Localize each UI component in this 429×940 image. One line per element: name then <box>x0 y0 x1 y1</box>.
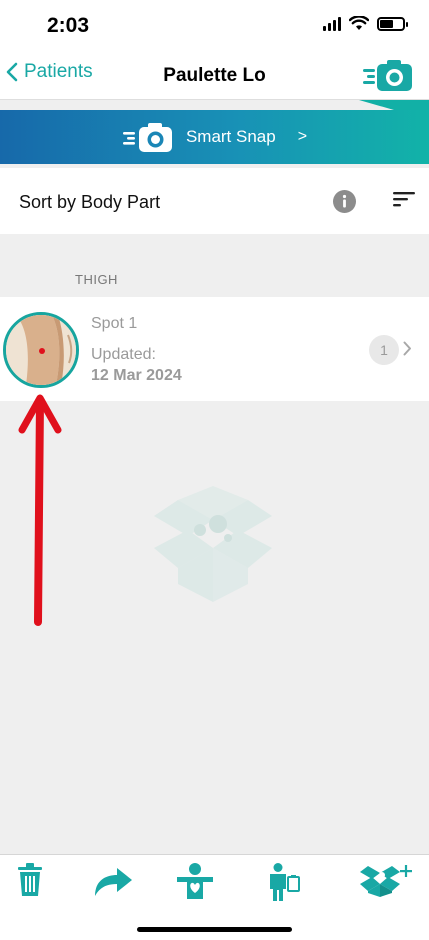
chevron-right-icon <box>403 341 411 356</box>
camera-snap-icon <box>122 123 172 152</box>
signal-icon <box>323 16 341 31</box>
image-count-badge: 1 <box>369 335 399 365</box>
navigation-bar: Patients Paulette Lo <box>0 50 429 100</box>
smart-snap-arrow: > <box>297 128 308 145</box>
trash-icon[interactable] <box>17 863 43 897</box>
status-icons <box>323 16 408 31</box>
home-indicator <box>137 927 292 932</box>
list-item[interactable]: Spot 1 Updated: 12 Mar 2024 1 <box>0 297 429 401</box>
updated-date: 12 Mar 2024 <box>91 367 182 384</box>
leg-image <box>6 315 76 385</box>
back-button[interactable]: Patients <box>6 61 93 83</box>
section-header: THIGH <box>75 272 118 287</box>
smart-snap-label: Smart Snap <box>185 127 276 146</box>
smart-snap-banner[interactable]: Smart Snap > <box>0 110 429 164</box>
sort-bar: Sort by Body Part <box>0 168 429 234</box>
updated-label: Updated: <box>91 346 156 363</box>
patient-heart-icon[interactable] <box>177 863 213 899</box>
status-bar: 2:03 <box>0 0 429 50</box>
body-map-icon[interactable] <box>268 863 300 901</box>
back-label: Patients <box>24 61 93 82</box>
smart-snap-camera-button[interactable] <box>361 55 415 95</box>
share-arrow-icon[interactable] <box>93 867 133 897</box>
status-time: 2:03 <box>47 14 90 37</box>
empty-box-icon <box>154 486 272 602</box>
annotation-arrow-icon <box>18 394 62 626</box>
spot-name: Spot 1 <box>91 315 138 332</box>
sort-lines-icon[interactable] <box>393 190 415 208</box>
battery-icon <box>377 16 408 31</box>
add-box-icon[interactable] <box>360 863 414 897</box>
sort-label: Sort by Body Part <box>19 192 161 212</box>
wifi-icon <box>349 16 369 30</box>
info-icon[interactable] <box>333 190 356 213</box>
chevron-left-icon <box>6 62 18 82</box>
spot-thumbnail <box>3 312 79 388</box>
